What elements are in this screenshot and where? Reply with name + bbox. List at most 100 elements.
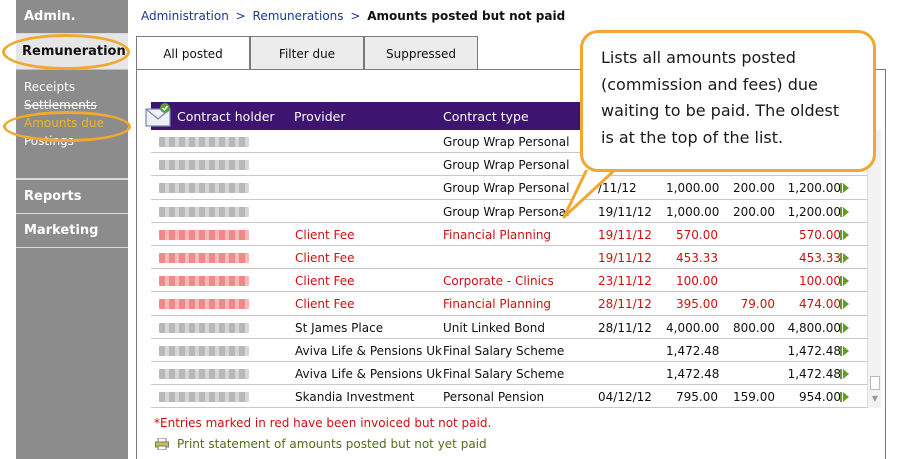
cell-contract-type: Final Salary Scheme [443,343,565,358]
table-row[interactable]: Group Wrap Personal/11/12 1,000.00 200.00 1… [151,176,867,200]
cell-total: 954.00 [799,390,841,405]
print-statement-label[interactable]: Print statement of amounts posted but no… [177,437,487,451]
cell-amount: 453.33 [676,250,718,265]
cell-amount: 795.00 [676,390,718,405]
sidebar-admin[interactable]: Admin. [16,0,128,34]
cell-amount: 1,472.48 [666,366,720,381]
cell-date: 28/11/12 [598,320,652,335]
breadcrumb-separator: > [235,9,246,23]
contract-holder-redacted [159,368,249,379]
table-row[interactable]: Aviva Life & Pensions Uk Final Salary Sch… [151,361,867,386]
cell-provider: Client Fee [295,250,355,265]
print-statement-link[interactable]: Print statement of amounts posted but no… [155,437,487,451]
callout-pointer [562,165,620,219]
cell-total: 1,200.00 [787,204,841,219]
sidebar-item-receipts[interactable]: Receipts [16,78,128,96]
table-row[interactable]: Group Wrap Personal 19/11/12 1,000.00 200.0… [151,199,867,223]
cell-contract-type: Unit Linked Bond [443,320,545,335]
breadcrumb-administration[interactable]: Administration [141,9,229,23]
scroll-down-icon[interactable]: ▼ [870,394,880,404]
cell-vat: 200.00 [733,181,775,196]
table-scrollbar[interactable]: ▼ [867,130,881,408]
cell-contract-type: Final Salary Scheme [443,366,565,381]
cell-provider: Aviva Life & Pensions Uk [295,343,442,358]
cell-vat: 79.00 [740,297,775,312]
tab-filter-due[interactable]: Filter due [250,36,364,70]
contract-holder-redacted [159,160,249,171]
cell-total: 100.00 [799,274,841,289]
cell-amount: 1,472.48 [666,343,720,358]
cell-total: 4,800.00 [787,320,841,335]
cell-contract-type: Financial Planning [443,297,552,312]
table-row[interactable]: St James Place Unit Linked Bond 28/11/12 4,… [151,315,867,339]
cell-total: 1,472.48 [787,366,841,381]
cell-date: 04/12/12 [598,390,652,405]
scrollbar-thumb[interactable] [870,376,880,390]
arrow-right-icon[interactable] [840,345,849,356]
breadcrumb: Administration > Remunerations > Amounts… [141,9,565,23]
cell-date: 23/11/12 [598,274,652,289]
cell-total: 570.00 [799,227,841,242]
sidebar-remuneration[interactable]: Remuneration [16,34,128,70]
breadcrumb-separator: > [350,9,361,23]
arrow-right-icon[interactable] [840,276,849,287]
mail-icon [145,103,171,127]
sidebar-item-amounts-due[interactable]: Amounts due [16,114,128,132]
table-row[interactable]: Client Fee 19/11/12 453.33 453.33 [151,245,867,270]
contract-holder-redacted [159,137,249,147]
arrow-right-icon[interactable] [840,392,849,403]
sidebar: Admin. Remuneration Receipts Settlements… [16,0,128,459]
header-contract-holder[interactable]: Contract holder [177,109,275,124]
cell-provider: Client Fee [295,274,355,289]
arrow-right-icon[interactable] [840,183,849,194]
header-provider[interactable]: Provider [294,109,345,124]
cell-vat: 159.00 [733,390,775,405]
cell-amount: 1,000.00 [666,181,720,196]
arrow-right-icon[interactable] [840,368,849,379]
breadcrumb-remunerations[interactable]: Remunerations [253,9,344,23]
arrow-right-icon[interactable] [840,299,849,310]
cell-date: 19/11/12 [598,250,652,265]
red-entries-footnote: *Entries marked in red have been invoice… [154,416,492,430]
cell-total: 1,200.00 [787,181,841,196]
cell-date: 19/11/12 [598,227,652,242]
contract-holder-redacted [159,322,249,333]
table-row[interactable]: Aviva Life & Pensions Uk Final Salary Sch… [151,338,867,362]
printer-icon [155,438,169,450]
cell-date: 28/11/12 [598,297,652,312]
explanation-callout: Lists all amounts posted (commission and… [580,30,876,172]
cell-amount: 570.00 [676,227,718,242]
arrow-right-icon[interactable] [840,322,849,333]
sidebar-item-postings[interactable]: Postings [16,132,128,150]
cell-provider: Client Fee [295,227,355,242]
tab-suppressed[interactable]: Suppressed [364,36,478,70]
sidebar-reports[interactable]: Reports [16,180,128,214]
table-row[interactable]: Client Fee Corporate - Clinics 23/11/12 100… [151,269,867,293]
cell-contract-type: Financial Planning [443,227,552,242]
contract-holder-redacted [159,229,249,240]
header-contract-type[interactable]: Contract type [443,109,529,124]
cell-contract-type: Personal Pension [443,390,545,405]
arrow-right-icon[interactable] [840,252,849,263]
table-row[interactable]: Client Fee Financial Planning 19/11/12 570.… [151,222,867,246]
cell-contract-type: Corporate - Clinics [443,274,554,289]
table-row[interactable]: Skandia Investment Personal Pension 04/12/… [151,385,867,409]
cell-vat: 200.00 [733,204,775,219]
tab-bar: All posted Filter due Suppressed [136,36,478,70]
arrow-right-icon[interactable] [840,206,849,217]
cell-total: 1,472.48 [787,343,841,358]
cell-total: 474.00 [799,297,841,312]
tab-all-posted[interactable]: All posted [136,36,250,70]
arrow-right-icon[interactable] [840,229,849,240]
cell-provider: St James Place [295,320,384,335]
sidebar-marketing[interactable]: Marketing [16,214,128,248]
sidebar-item-settlements[interactable]: Settlements [16,96,128,114]
contract-holder-redacted [159,183,249,194]
cell-amount: 100.00 [676,274,718,289]
cell-vat: 800.00 [733,320,775,335]
cell-provider: Aviva Life & Pensions Uk [295,366,442,381]
cell-amount: 4,000.00 [666,320,720,335]
table-row[interactable]: Client Fee Financial Planning 28/11/12 395.… [151,292,867,316]
cell-contract-type: Group Wrap Personal [443,135,570,149]
contract-holder-redacted [159,345,249,356]
